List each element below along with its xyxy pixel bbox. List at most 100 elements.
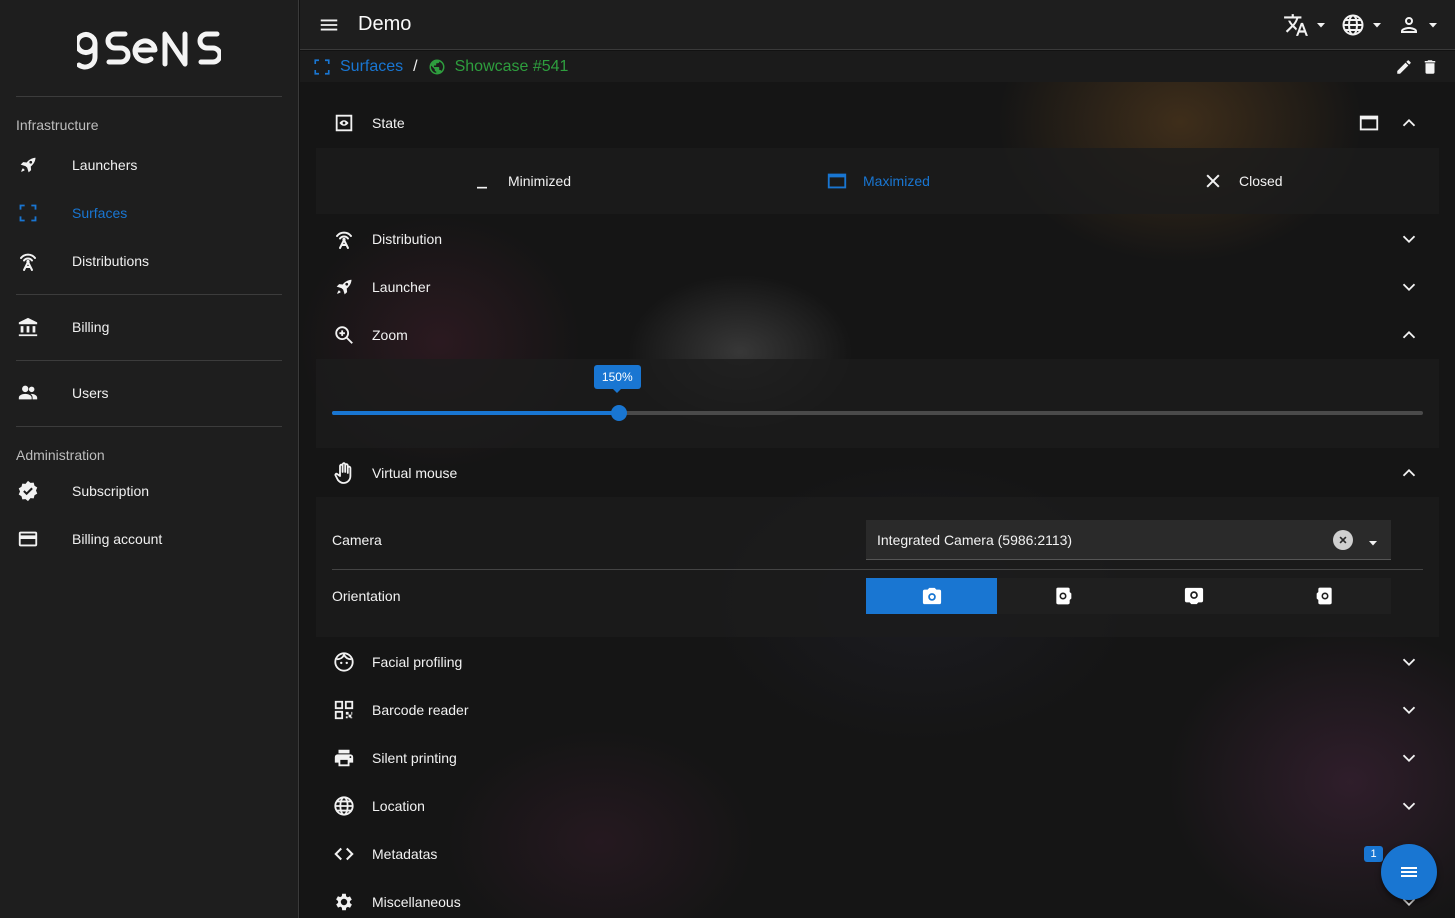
panel-zoom-header[interactable]: Zoom — [316, 311, 1439, 359]
hamburger-menu-icon — [320, 19, 338, 30]
camera-icon — [922, 587, 941, 605]
edit-button[interactable] — [1395, 58, 1413, 76]
row-divider — [332, 569, 1423, 570]
orientation-row: Orientation — [316, 578, 1439, 614]
panel-virtual-mouse-header[interactable]: Virtual mouse — [316, 449, 1439, 497]
orientation-option-0[interactable] — [866, 578, 998, 614]
app-logo[interactable] — [0, 0, 298, 96]
breadcrumb-current: Showcase #541 — [428, 58, 568, 76]
chevron-up-icon[interactable] — [1397, 111, 1421, 135]
credit-card-icon — [16, 527, 40, 551]
camera-label: Camera — [332, 532, 382, 548]
orientation-option-270[interactable] — [1260, 578, 1391, 614]
orientation-option-90[interactable] — [997, 578, 1128, 614]
sidebar-item-label: Surfaces — [72, 205, 128, 221]
panel-title: Location — [372, 798, 425, 814]
qr-code-icon — [332, 698, 356, 722]
globe-icon — [332, 794, 356, 818]
speed-dial-menu-button[interactable] — [1381, 844, 1437, 900]
sidebar-item-users[interactable]: Users — [0, 369, 298, 417]
window-maximized-icon — [825, 169, 849, 193]
zoom-slider[interactable]: 150% — [332, 365, 1423, 421]
chevron-down-icon[interactable] — [1397, 275, 1421, 299]
clear-selection-button[interactable] — [1333, 530, 1353, 550]
zoom-slider-panel: 150% — [316, 359, 1439, 448]
account-menu-button[interactable] — [1397, 13, 1439, 37]
chevron-down-icon[interactable] — [1397, 698, 1421, 722]
pencil-icon — [1397, 59, 1411, 74]
caret-down-icon[interactable] — [1367, 536, 1379, 552]
panel-metadatas-header[interactable]: Metadatas — [316, 830, 1439, 878]
page-title: Demo — [358, 13, 412, 35]
trash-icon — [1424, 59, 1436, 74]
sidebar-item-label: Distributions — [72, 253, 150, 269]
panel-silent-printing-header[interactable]: Silent printing — [316, 734, 1439, 782]
sidebar-item-label: Users — [72, 385, 109, 401]
orientation-toggle-group — [866, 578, 1391, 614]
panel-barcode-reader-header[interactable]: Barcode reader — [316, 686, 1439, 734]
panel-facial-profiling-header[interactable]: Facial profiling — [316, 638, 1439, 686]
camera-rotated-icon — [1185, 587, 1204, 605]
public-globe-icon — [429, 59, 445, 74]
chevron-down-icon[interactable] — [1397, 794, 1421, 818]
camera-row: Camera Integrated Camera (5986:2113) — [316, 520, 1439, 560]
breadcrumb-parent-label: Surfaces — [340, 57, 404, 75]
close-icon — [1201, 169, 1225, 193]
state-option-label: Closed — [1239, 173, 1283, 189]
hamburger-menu-icon — [1401, 867, 1417, 877]
panel-title: Distribution — [372, 231, 443, 247]
people-icon — [16, 381, 40, 405]
chevron-up-icon[interactable] — [1397, 461, 1421, 485]
panel-location-header[interactable]: Location — [316, 782, 1439, 830]
sidebar-item-label: Billing — [72, 319, 110, 335]
state-options: Minimized Maximized Closed — [316, 148, 1439, 214]
sidebar-item-label: Launchers — [72, 157, 138, 173]
chevron-down-icon[interactable] — [1397, 650, 1421, 674]
minimize-icon — [470, 169, 494, 193]
surface-settings-panel: State Minimized Maximized Closed Distrib… — [300, 82, 1455, 918]
breadcrumb-separator: / — [413, 57, 418, 75]
rocket-icon — [16, 153, 40, 177]
window-maximized-icon — [1357, 111, 1381, 135]
delete-button[interactable] — [1421, 58, 1439, 76]
chevron-up-icon[interactable] — [1397, 323, 1421, 347]
state-option-maximized[interactable]: Maximized — [825, 148, 930, 214]
sidebar-item-distributions[interactable]: Distributions — [0, 237, 298, 285]
zoom-slider-thumb[interactable]: 150% — [593, 365, 641, 421]
panel-title: Metadatas — [372, 846, 438, 862]
menu-button[interactable] — [300, 0, 358, 50]
panel-distribution-header[interactable]: Distribution — [316, 215, 1439, 263]
sidebar-item-surfaces[interactable]: Surfaces — [0, 189, 298, 237]
face-icon — [332, 650, 356, 674]
sidebar-item-billing-account[interactable]: Billing account — [0, 515, 298, 563]
fullscreen-icon — [314, 58, 330, 75]
panel-miscellaneous-header[interactable]: Miscellaneous — [316, 878, 1439, 918]
panel-title: Zoom — [372, 327, 408, 343]
panel-state-header[interactable]: State — [316, 99, 1439, 147]
panel-launcher-header[interactable]: Launcher — [316, 263, 1439, 311]
chevron-down-icon[interactable] — [1397, 746, 1421, 770]
language-menu-button[interactable] — [1341, 13, 1383, 37]
state-option-closed[interactable]: Closed — [1201, 148, 1283, 214]
printer-icon — [332, 746, 356, 770]
caret-down-icon — [1429, 22, 1437, 27]
sidebar-item-billing[interactable]: Billing — [0, 303, 298, 351]
breadcrumb-surfaces-link[interactable]: Surfaces — [313, 58, 403, 76]
state-option-minimized[interactable]: Minimized — [470, 148, 571, 214]
panel-title: Facial profiling — [372, 654, 463, 670]
panel-title: Miscellaneous — [372, 894, 461, 910]
sidebar-item-launchers[interactable]: Launchers — [0, 141, 298, 189]
antenna-icon — [16, 249, 40, 273]
chevron-down-icon[interactable] — [1397, 227, 1421, 251]
verified-badge-icon — [16, 479, 40, 503]
sidebar-item-label: Subscription — [72, 483, 150, 499]
panel-title: Launcher — [372, 279, 431, 295]
sidebar-item-subscription[interactable]: Subscription — [0, 467, 298, 515]
gear-icon — [332, 890, 356, 914]
orientation-label: Orientation — [332, 588, 401, 604]
orientation-option-180[interactable] — [1129, 578, 1260, 614]
translate-menu-button[interactable] — [1283, 12, 1327, 38]
camera-select[interactable]: Integrated Camera (5986:2113) — [866, 520, 1391, 560]
state-option-label: Maximized — [863, 173, 930, 189]
panel-title: Silent printing — [372, 750, 457, 766]
